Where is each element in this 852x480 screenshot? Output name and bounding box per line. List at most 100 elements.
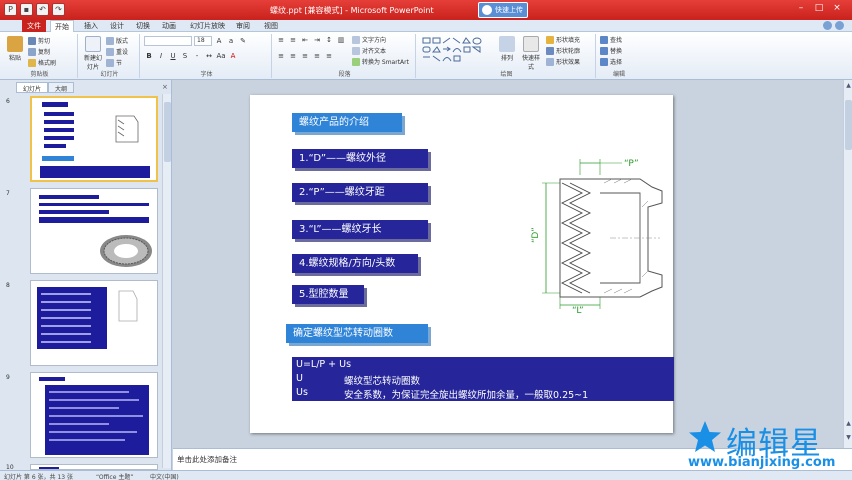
paste-button[interactable]: 粘贴	[4, 36, 26, 62]
slide-item-4[interactable]: 4.螺纹规格/方向/头数	[292, 254, 418, 273]
bold-icon[interactable]: B	[144, 52, 154, 61]
slide-thumbnail-8[interactable]	[30, 280, 158, 366]
font-color-icon[interactable]: A	[228, 52, 238, 61]
layout-button[interactable]: 版式	[106, 36, 128, 45]
thread-diagram[interactable]: “P” “D” “L”	[520, 153, 670, 315]
minimize-button[interactable]: –	[794, 2, 808, 15]
close-pane-icon[interactable]: ×	[162, 83, 168, 91]
scroll-thumb[interactable]	[845, 100, 852, 150]
tab-review[interactable]: 审阅	[232, 20, 254, 32]
align-right-icon[interactable]: ≡	[300, 52, 310, 61]
numbering-icon[interactable]: ≡	[288, 36, 298, 45]
char-spacing-icon[interactable]: ↔	[204, 52, 214, 61]
tab-animations[interactable]: 动画	[158, 20, 180, 32]
notes-placeholder[interactable]: 单击此处添加备注	[177, 454, 237, 465]
cut-button[interactable]: 剪切	[28, 36, 50, 45]
align-left-icon[interactable]: ≡	[276, 52, 286, 61]
reset-button[interactable]: 重设	[106, 47, 128, 56]
slide-thumbnail-6[interactable]	[30, 96, 158, 182]
close-button[interactable]: ×	[830, 2, 844, 15]
slide-subtitle[interactable]: 确定螺纹型芯转动圈数	[286, 324, 428, 343]
tab-slideshow[interactable]: 幻灯片放映	[186, 20, 229, 32]
tab-home[interactable]: 开始	[50, 20, 74, 32]
change-case-icon[interactable]: Aa	[216, 52, 226, 61]
font-name-dropdown[interactable]	[144, 36, 192, 46]
justify-icon[interactable]: ≡	[312, 52, 322, 61]
text-direction-button[interactable]: 文字方向	[352, 35, 386, 44]
slide-thumbnail-7[interactable]	[30, 188, 158, 274]
format-painter-button[interactable]: 格式刷	[28, 58, 56, 67]
distribute-icon[interactable]: ≡	[324, 52, 334, 61]
section-button[interactable]: 节	[106, 58, 122, 67]
shadow-icon[interactable]: S	[180, 52, 190, 61]
slide-item-5[interactable]: 5.型腔数量	[292, 285, 364, 304]
vertical-scrollbar[interactable]: ▲ ▲ ▼	[843, 80, 852, 448]
shape-outline-button[interactable]: 形状轮廓	[546, 46, 580, 55]
tab-outline[interactable]: 大纲	[48, 82, 75, 93]
thumb-line	[41, 301, 91, 303]
slide-number: 8	[6, 282, 10, 289]
increase-indent-icon[interactable]: ⇥	[312, 36, 322, 45]
ribbon: 粘贴 剪切 复制 格式刷 剪贴板 新建幻灯片 版式 重设 节 幻灯片 18 A …	[0, 32, 852, 80]
scroll-up-icon[interactable]: ▲	[845, 82, 852, 89]
slides-pane-tabs: 幻灯片 大纲	[16, 82, 75, 93]
new-slide-button[interactable]: 新建幻灯片	[82, 36, 104, 71]
clear-format-icon[interactable]: ✎	[238, 37, 248, 46]
redo-icon[interactable]: ↷	[52, 3, 65, 16]
paragraph-row-2: ≡ ≡ ≡ ≡ ≡	[276, 52, 334, 61]
formula-box[interactable]: U=L/P + Us U 螺纹型芯转动圈数 Us 安全系数，为保证完全旋出螺纹所…	[292, 357, 674, 401]
tab-transitions[interactable]: 切换	[132, 20, 154, 32]
align-text-button[interactable]: 对齐文本	[352, 46, 386, 55]
minimize-ribbon-icon[interactable]	[823, 21, 832, 30]
select-button[interactable]: 选择	[600, 57, 622, 66]
slide-item-2[interactable]: 2.“P”——螺纹牙距	[292, 183, 428, 202]
shape-fill-button[interactable]: 形状填充	[546, 35, 580, 44]
text-direction-label: 文字方向	[362, 37, 387, 44]
thumb-block	[39, 203, 149, 206]
strikethrough-icon[interactable]: -	[192, 52, 202, 61]
replace-button[interactable]: 替换	[600, 46, 622, 55]
tab-view[interactable]: 视图	[260, 20, 282, 32]
slide[interactable]: 螺纹产品的介绍 1.“D”——螺纹外径 2.“P”——螺纹牙距 3.“L”——螺…	[250, 95, 674, 433]
slide-position: 幻灯片 第 6 张，共 13 张	[4, 474, 73, 480]
slide-number: 6	[6, 98, 10, 105]
columns-icon[interactable]: ▥	[336, 36, 346, 45]
arrange-icon	[499, 36, 515, 52]
undo-icon[interactable]: ↶	[36, 3, 49, 16]
copy-icon	[28, 47, 36, 56]
shapes-gallery[interactable]	[422, 37, 492, 63]
maximize-button[interactable]: □	[812, 2, 826, 15]
underline-icon[interactable]: U	[168, 52, 178, 61]
italic-icon[interactable]: I	[156, 52, 166, 61]
decrease-indent-icon[interactable]: ⇤	[300, 36, 310, 45]
share-upload-button[interactable]: 快速上传	[478, 2, 528, 18]
find-button[interactable]: 查找	[600, 35, 622, 44]
help-icon[interactable]	[835, 21, 844, 30]
align-center-icon[interactable]: ≡	[288, 52, 298, 61]
paragraph-row-1: ≡ ≡ ⇤ ⇥ ↕ ▥	[276, 36, 346, 45]
slide-item-3[interactable]: 3.“L”——螺纹牙长	[292, 220, 428, 239]
font-size-dropdown[interactable]: 18	[194, 36, 212, 46]
scroll-thumb[interactable]	[164, 102, 171, 162]
tab-slides[interactable]: 幻灯片	[16, 82, 49, 93]
tab-file[interactable]: 文件	[22, 20, 46, 32]
arrange-button[interactable]: 排列	[496, 36, 518, 62]
thumb-block	[44, 120, 74, 124]
line-spacing-icon[interactable]: ↕	[324, 36, 334, 45]
slide-title[interactable]: 螺纹产品的介绍	[292, 113, 402, 132]
tab-design[interactable]: 设计	[106, 20, 128, 32]
app-icon[interactable]: P	[4, 3, 17, 16]
shrink-font-icon[interactable]: a	[226, 37, 236, 46]
slide-item-1[interactable]: 1.“D”——螺纹外径	[292, 149, 428, 168]
save-icon[interactable]: ▪	[20, 3, 33, 16]
slides-pane-scrollbar[interactable]	[162, 94, 171, 468]
copy-button[interactable]: 复制	[28, 47, 50, 56]
bullets-icon[interactable]: ≡	[276, 36, 286, 45]
shape-fill-label: 形状填充	[556, 37, 581, 44]
smartart-button[interactable]: 转换为 SmartArt	[352, 57, 409, 66]
tab-insert[interactable]: 插入	[80, 20, 102, 32]
slide-thumbnail-9[interactable]	[30, 372, 158, 458]
quick-styles-button[interactable]: 快速样式	[520, 36, 542, 71]
shape-effects-button[interactable]: 形状效果	[546, 57, 580, 66]
grow-font-icon[interactable]: A	[214, 37, 224, 46]
